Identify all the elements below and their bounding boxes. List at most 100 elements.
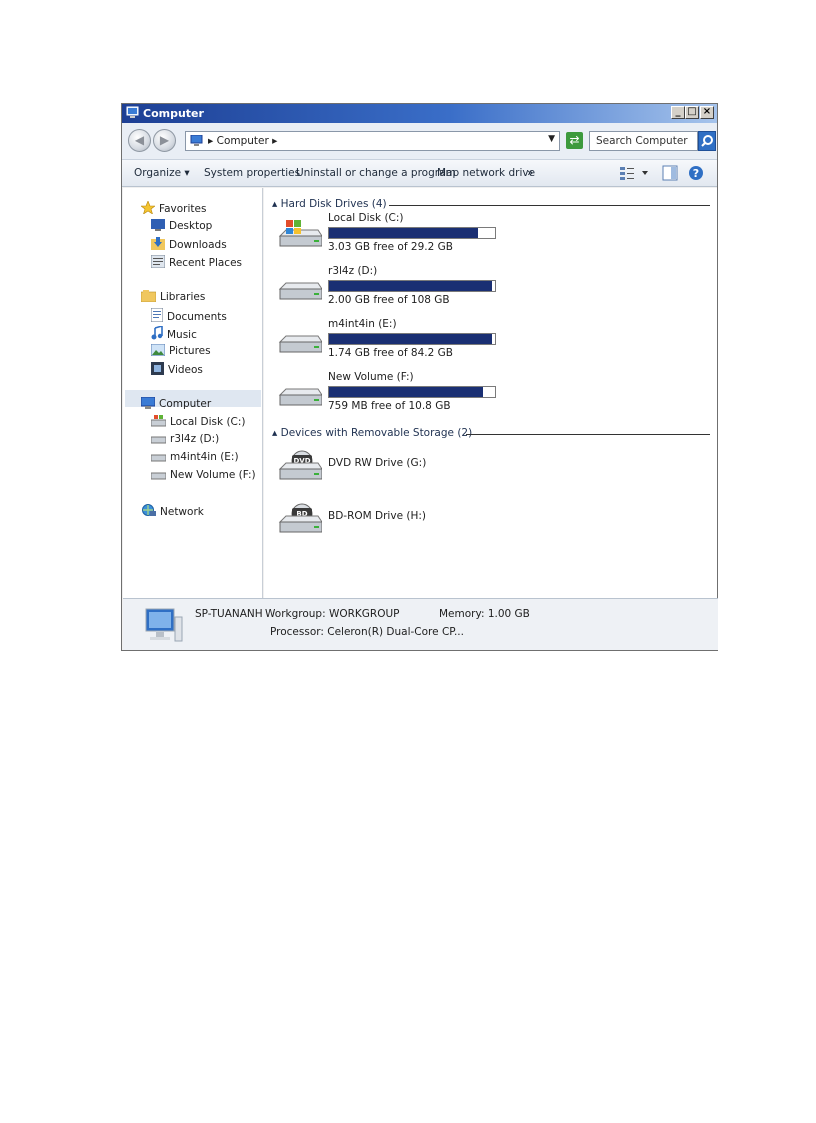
drive-usage-bar [328, 386, 496, 398]
nav-videos[interactable]: Videos [151, 362, 203, 376]
minimize-button[interactable]: _ [671, 106, 685, 119]
hard-drive-icon [151, 436, 166, 444]
maximize-button[interactable]: □ [685, 106, 699, 119]
address-row: ◀ ▶ ▸ Computer ▸ ▼ ⇄ Search Computer [122, 123, 717, 159]
drive-free-space: 1.74 GB free of 84.2 GB [328, 347, 453, 359]
group-divider [389, 205, 710, 206]
nav-music[interactable]: Music [151, 326, 197, 341]
computer-monitor-icon [145, 608, 183, 642]
close-button[interactable]: × [700, 106, 714, 119]
group-divider [466, 434, 710, 435]
refresh-button[interactable]: ⇄ [566, 132, 583, 149]
computer-icon [141, 397, 155, 409]
drive-name: BD-ROM Drive (H:) [328, 510, 426, 522]
drive-item[interactable]: Local Disk (C:) 3.03 GB free of 29.2 GB [278, 212, 708, 256]
drive-name: New Volume (F:) [328, 371, 414, 383]
drive-usage-bar [328, 333, 496, 345]
forward-arrow-icon: ▶ [159, 133, 170, 147]
drive-free-space: 759 MB free of 10.8 GB [328, 400, 451, 412]
breadcrumb[interactable]: ▸ Computer ▸ [208, 135, 277, 147]
hard-drive-icon [278, 282, 322, 300]
hard-drive-icon [278, 388, 322, 406]
refresh-icon: ⇄ [569, 133, 580, 147]
forward-button[interactable]: ▶ [153, 129, 176, 152]
title-bar[interactable]: Computer _ □ × [122, 104, 717, 123]
drive-usage-bar [328, 227, 496, 239]
libraries-icon [141, 290, 156, 302]
computer-name: SP-TUANANH [195, 608, 263, 620]
drive-usage-fill [329, 281, 492, 291]
removable-drive-item[interactable]: DVD DVD RW Drive (G:) [278, 445, 708, 489]
documents-icon [151, 308, 163, 322]
nav-drive-f[interactable]: New Volume (F:) [151, 469, 256, 481]
uninstall-program-button[interactable]: Uninstall or change a program [296, 167, 456, 179]
drive-name: m4int4in (E:) [328, 318, 397, 330]
star-icon [141, 201, 155, 214]
bd-drive-icon: BD [278, 503, 322, 533]
preview-pane-icon[interactable] [662, 165, 678, 181]
nav-drive-e[interactable]: m4int4in (E:) [151, 451, 239, 463]
search-input[interactable]: Search Computer [589, 131, 698, 151]
desktop-icon [151, 219, 165, 231]
search-button[interactable] [698, 131, 716, 151]
navigation-pane: Favorites Desktop Downloads Recent Place… [123, 188, 263, 598]
chevron-down-icon[interactable]: ▼ [548, 134, 555, 144]
help-icon[interactable]: ? [688, 165, 704, 181]
nav-libraries[interactable]: Libraries [141, 290, 205, 303]
content-pane: ▴ Hard Disk Drives (4) Local Disk (C:) 3.… [264, 188, 717, 598]
hard-drive-icon [151, 472, 166, 480]
drive-usage-fill [329, 334, 492, 344]
map-network-drive-button[interactable]: Map network drive [437, 167, 535, 179]
back-button[interactable]: ◀ [128, 129, 151, 152]
hard-drive-icon [151, 454, 166, 462]
system-properties-button[interactable]: System properties [204, 167, 300, 179]
windows-drive-icon [278, 220, 322, 247]
nav-pictures[interactable]: Pictures [151, 344, 211, 357]
drive-name: DVD RW Drive (G:) [328, 457, 427, 469]
drive-item[interactable]: m4int4in (E:) 1.74 GB free of 84.2 GB [278, 318, 708, 362]
drive-usage-fill [329, 387, 484, 397]
group-header-removable-storage[interactable]: ▴ Devices with Removable Storage (2) [272, 427, 472, 439]
nav-recent-places[interactable]: Recent Places [151, 255, 242, 269]
memory-text: Memory: 1.00 GB [439, 608, 530, 620]
windows-drive-icon [151, 415, 166, 427]
back-arrow-icon: ◀ [134, 133, 145, 147]
details-pane: SP-TUANANH Workgroup: WORKGROUP Memory: … [123, 598, 718, 650]
explorer-window: Computer _ □ × ◀ ▶ ▸ Computer ▸ ▼ ⇄ Sear… [121, 103, 718, 651]
nav-desktop[interactable]: Desktop [151, 219, 212, 232]
hard-drive-icon [278, 335, 322, 353]
removable-drive-item[interactable]: BD BD-ROM Drive (H:) [278, 498, 708, 542]
nav-favorites[interactable]: Favorites [141, 201, 206, 215]
processor-text: Processor: Celeron(R) Dual-Core CP... [270, 626, 464, 638]
drive-name: Local Disk (C:) [328, 212, 404, 224]
recent-places-icon [151, 255, 165, 268]
nav-drive-d[interactable]: r3l4z (D:) [151, 433, 219, 445]
music-icon [151, 326, 163, 340]
downloads-icon [151, 237, 165, 250]
drive-item[interactable]: New Volume (F:) 759 MB free of 10.8 GB [278, 371, 708, 415]
computer-icon [190, 135, 203, 146]
organize-menu[interactable]: Organize ▾ [134, 167, 190, 179]
drive-usage-fill [329, 228, 479, 238]
drive-free-space: 2.00 GB free of 108 GB [328, 294, 450, 306]
view-options-icon[interactable] [619, 165, 649, 181]
videos-icon [151, 362, 164, 375]
nav-drive-c[interactable]: Local Disk (C:) [151, 415, 246, 428]
search-icon [701, 135, 713, 147]
nav-documents[interactable]: Documents [151, 308, 227, 323]
pictures-icon [151, 344, 165, 356]
computer-icon [126, 106, 139, 118]
svg-text:?: ? [693, 167, 699, 180]
drive-free-space: 3.03 GB free of 29.2 GB [328, 241, 453, 253]
address-bar[interactable]: ▸ Computer ▸ ▼ [185, 131, 560, 151]
nav-computer[interactable]: Computer [141, 397, 211, 410]
dvd-drive-icon: DVD [278, 450, 322, 480]
network-icon [142, 504, 156, 516]
more-commands-button[interactable]: » [527, 167, 533, 179]
nav-network[interactable]: Network [141, 504, 204, 518]
nav-downloads[interactable]: Downloads [151, 237, 227, 251]
group-header-hard-disk-drives[interactable]: ▴ Hard Disk Drives (4) [272, 198, 387, 210]
window-title: Computer [143, 107, 204, 120]
drive-name: r3l4z (D:) [328, 265, 378, 277]
drive-item[interactable]: r3l4z (D:) 2.00 GB free of 108 GB [278, 265, 708, 309]
